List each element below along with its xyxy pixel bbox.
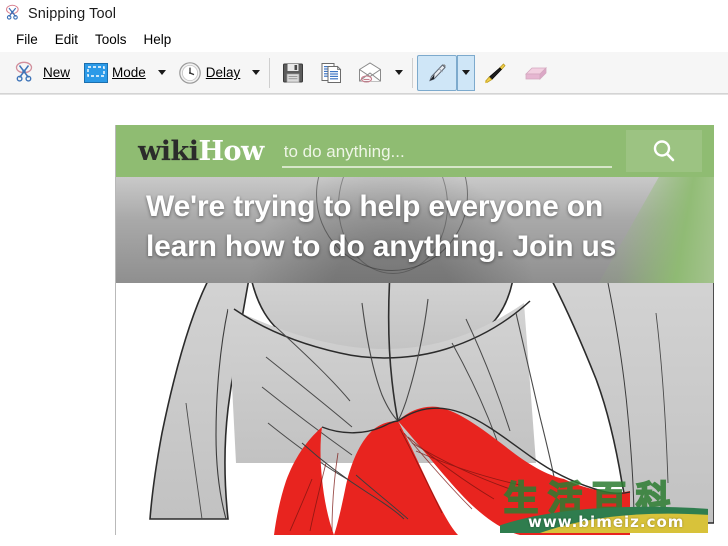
muscle-right-edge — [602, 491, 630, 535]
mode-dropdown-chevron-down-icon[interactable] — [153, 55, 171, 91]
copy-pages-icon — [321, 62, 342, 83]
mode-button[interactable]: Mode — [77, 55, 153, 91]
search-input[interactable] — [281, 143, 612, 168]
menubar: File Edit Tools Help — [0, 28, 728, 52]
article-illustration-area — [116, 283, 714, 535]
banner-headline-line2: learn how to do anything. Join us — [146, 230, 617, 263]
clock-icon — [178, 61, 201, 84]
captured-snip-image: wikiHow We're trying to he — [115, 125, 714, 535]
logo-wiki-text: wiki — [138, 135, 199, 167]
send-snip-dropdown-chevron-down-icon[interactable] — [390, 55, 408, 91]
send-snip-button[interactable] — [350, 55, 390, 91]
floppy-disk-icon — [283, 63, 304, 82]
site-banner: We're trying to help everyone on learn h… — [116, 177, 714, 283]
pen-dropdown-chevron-down-icon[interactable] — [457, 54, 476, 91]
copy-button[interactable] — [312, 55, 350, 91]
snipping-tool-window: Snipping Tool File Edit Tools Help New M… — [0, 0, 728, 546]
menu-item-file[interactable]: File — [8, 31, 47, 49]
delay-label: Delay — [205, 65, 241, 80]
magnifier-icon — [653, 140, 675, 162]
search-submit-button[interactable] — [626, 130, 702, 172]
toolbar-separator-2 — [412, 57, 414, 88]
wikihow-site-header: wikiHow — [116, 125, 714, 177]
toolbar: New Mode Delay — [0, 52, 728, 94]
search-field-wrapper — [281, 134, 612, 168]
rectangle-snip-icon — [84, 62, 109, 83]
back-muscles-anatomy-illustration — [116, 283, 714, 535]
new-snip-button[interactable]: New — [6, 55, 77, 91]
mode-label: Mode — [112, 65, 146, 80]
eraser-icon — [525, 66, 548, 80]
toolbar-separator — [269, 57, 271, 88]
logo-how-text: How — [198, 135, 264, 167]
banner-headline: We're trying to help everyone on learn h… — [146, 187, 714, 267]
pen-icon — [429, 63, 447, 81]
delay-button[interactable]: Delay — [171, 55, 248, 91]
scissors-icon — [15, 61, 33, 82]
snipping-tool-scissors-icon — [6, 4, 19, 20]
highlighter-button[interactable] — [475, 55, 515, 91]
menu-item-help[interactable]: Help — [136, 31, 181, 49]
titlebar: Snipping Tool — [0, 0, 728, 28]
menu-item-tools[interactable]: Tools — [87, 31, 136, 49]
save-snip-button[interactable] — [274, 55, 312, 91]
menu-item-edit[interactable]: Edit — [47, 31, 87, 49]
envelope-icon — [359, 61, 382, 83]
wikihow-logo[interactable]: wikiHow — [138, 138, 264, 165]
banner-headline-line1: We're trying to help everyone on — [146, 190, 603, 223]
delay-dropdown-chevron-down-icon[interactable] — [247, 55, 265, 91]
window-title: Snipping Tool — [28, 6, 117, 22]
eraser-button[interactable] — [515, 55, 557, 91]
highlighter-icon — [485, 62, 506, 83]
new-snip-label: New — [43, 65, 71, 80]
pen-button[interactable] — [417, 54, 458, 91]
snip-canvas[interactable]: wikiHow We're trying to he — [0, 94, 728, 546]
